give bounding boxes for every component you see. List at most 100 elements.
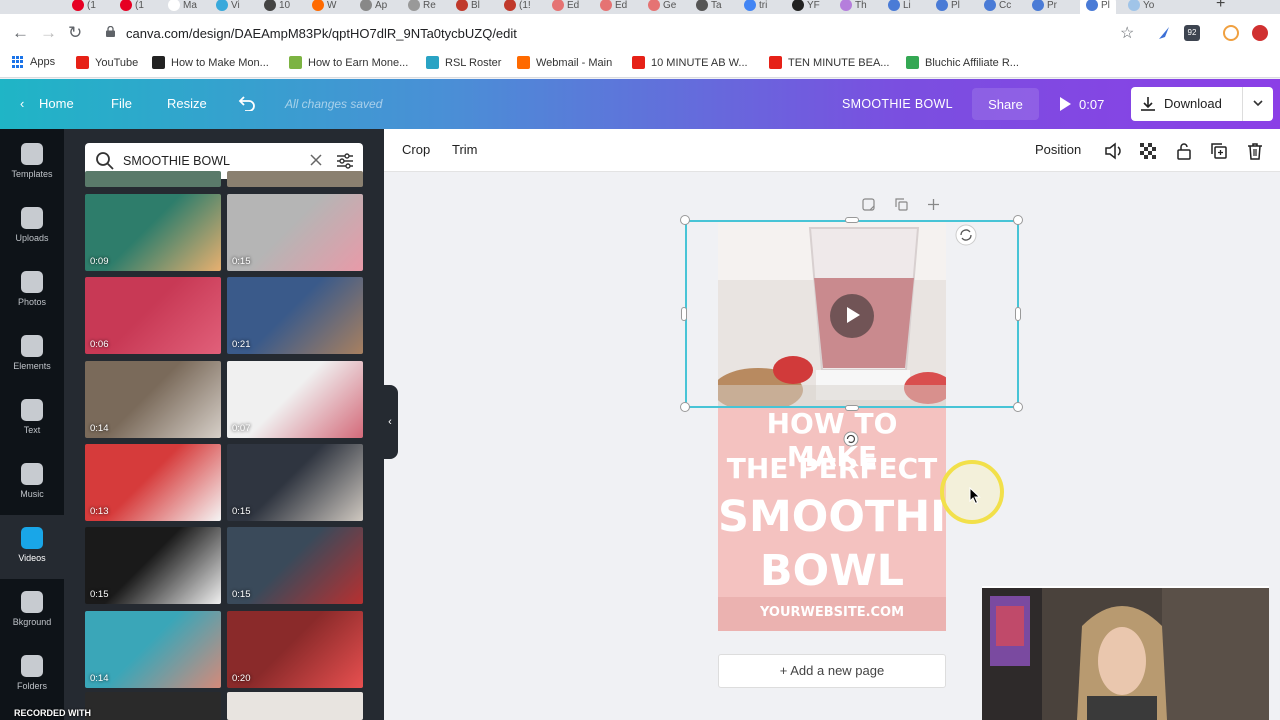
browser-tab[interactable]: tri [744, 0, 767, 14]
video-thumbnail[interactable]: 0:21 [227, 277, 363, 355]
duplicate-icon[interactable] [1209, 141, 1229, 161]
rail-item-uploads[interactable]: Uploads [0, 195, 64, 259]
back-icon[interactable]: ← [12, 24, 29, 42]
heading-line-2[interactable]: THE PERFECT [718, 452, 946, 485]
browser-tab[interactable]: Ap [360, 0, 387, 14]
transparency-icon[interactable] [1138, 141, 1158, 161]
reload-icon[interactable]: ↻ [68, 24, 82, 42]
browser-tab[interactable]: Yo [1128, 0, 1154, 14]
bookmark-item[interactable]: How to Make Mon... [152, 56, 269, 69]
video-thumbnail[interactable]: 0:09 [85, 194, 221, 271]
browser-tab[interactable]: Ed [552, 0, 579, 14]
browser-tab[interactable]: Pr [1032, 0, 1057, 14]
website-text[interactable]: YOURWEBSITE.COM [718, 605, 946, 620]
volume-icon[interactable] [1103, 141, 1123, 161]
design-title[interactable]: SMOOTHIE BOWL [842, 97, 953, 111]
video-thumbnail[interactable]: 0:20 [227, 610, 363, 688]
position-button[interactable]: Position [1035, 142, 1081, 157]
extension-feather-icon[interactable] [1156, 25, 1172, 41]
rail-item-text[interactable]: Text [0, 387, 64, 451]
video-thumbnail[interactable]: 0:06 [85, 277, 221, 355]
browser-tab[interactable]: 10 [264, 0, 290, 14]
home-chevron-icon[interactable]: ‹ [20, 96, 24, 111]
home-button[interactable]: Home [39, 96, 74, 111]
rail-item-videos[interactable]: Videos [0, 515, 64, 579]
browser-tab[interactable]: Pl [936, 0, 960, 14]
trim-button[interactable]: Trim [452, 142, 478, 157]
browser-tab[interactable]: Ge [648, 0, 676, 14]
video-thumbnail-partial[interactable] [227, 692, 363, 720]
search-input[interactable]: SMOOTHIE BOWL [123, 154, 230, 168]
browser-tab[interactable]: Th [840, 0, 867, 14]
browser-tab[interactable]: W [312, 0, 336, 14]
browser-tab[interactable]: (1! [504, 0, 531, 14]
page-duplicate-icon[interactable] [894, 197, 909, 212]
rail-item-photos[interactable]: Photos [0, 259, 64, 323]
new-tab-icon[interactable]: + [1216, 0, 1225, 13]
resize-handle-top-right[interactable] [1013, 215, 1023, 225]
video-thumbnail[interactable]: 0:07 [227, 360, 363, 438]
extension-badge[interactable]: 92 [1184, 25, 1200, 41]
bookmark-item[interactable]: TEN MINUTE BEA... [769, 56, 889, 69]
bookmark-item[interactable]: 10 MINUTE AB W... [632, 56, 748, 69]
rail-item-templates[interactable]: Templates [0, 131, 64, 195]
bookmark-item[interactable]: Apps [12, 56, 55, 68]
selection-frame[interactable] [685, 220, 1019, 408]
resize-handle-top-left[interactable] [680, 215, 690, 225]
browser-tab[interactable]: Ed [600, 0, 627, 14]
rail-item-music[interactable]: Music [0, 451, 64, 515]
resize-handle-bottom[interactable] [845, 405, 859, 411]
extension-sb-icon[interactable] [1223, 25, 1239, 41]
video-thumbnail[interactable]: 0:15 [227, 443, 363, 521]
download-button[interactable]: Download [1131, 87, 1273, 121]
crop-button[interactable]: Crop [402, 142, 430, 157]
resize-handle-right[interactable] [1015, 307, 1021, 321]
unlock-icon[interactable] [1174, 141, 1194, 161]
browser-tab[interactable]: Li [888, 0, 911, 14]
add-new-page-button[interactable]: + Add a new page [718, 654, 946, 688]
resize-button[interactable]: Resize [167, 96, 207, 111]
collapse-panel-button[interactable]: ‹ [382, 385, 398, 459]
video-thumbnail-partial[interactable] [85, 171, 221, 187]
video-thumbnail-partial[interactable] [227, 171, 363, 187]
replace-video-icon[interactable] [955, 224, 977, 246]
video-thumbnail[interactable]: 0:13 [85, 443, 221, 521]
forward-icon[interactable]: → [40, 24, 57, 42]
rotate-handle-icon[interactable] [843, 431, 859, 447]
video-thumbnail[interactable]: 0:14 [85, 360, 221, 438]
resize-handle-bottom-left[interactable] [680, 402, 690, 412]
browser-tab[interactable]: (1 [72, 0, 96, 14]
bookmark-star-icon[interactable]: ☆ [1120, 23, 1134, 43]
bookmark-item[interactable]: Webmail - Main [517, 56, 612, 69]
video-thumbnail[interactable]: 0:15 [85, 527, 221, 605]
browser-tab[interactable]: Pl [1080, 0, 1116, 14]
video-thumbnail-partial[interactable] [85, 692, 221, 720]
rail-item-elements[interactable]: Elements [0, 323, 64, 387]
resize-handle-bottom-right[interactable] [1013, 402, 1023, 412]
browser-tab[interactable]: (1 [120, 0, 144, 14]
file-menu[interactable]: File [111, 96, 132, 111]
page-add-icon[interactable] [926, 197, 941, 212]
browser-tab[interactable]: Cc [984, 0, 1011, 14]
video-thumbnail[interactable]: 0:15 [227, 527, 363, 605]
browser-tab[interactable]: Re [408, 0, 436, 14]
bookmark-item[interactable]: RSL Roster [426, 56, 501, 69]
bookmark-item[interactable]: How to Earn Mone... [289, 56, 408, 69]
clear-search-icon[interactable] [307, 151, 325, 169]
rail-item-bkground[interactable]: Bkground [0, 579, 64, 643]
play-preview-button[interactable]: 0:07 [1052, 88, 1124, 120]
browser-tab[interactable]: Ta [696, 0, 722, 14]
browser-tab[interactable]: Vi [216, 0, 240, 14]
trash-icon[interactable] [1245, 141, 1265, 161]
resize-handle-left[interactable] [681, 307, 687, 321]
undo-icon[interactable] [238, 95, 256, 111]
filter-icon[interactable] [335, 151, 355, 171]
browser-tab[interactable]: Ma [168, 0, 197, 14]
resize-handle-top[interactable] [845, 217, 859, 223]
bookmark-item[interactable]: Bluchic Affiliate R... [906, 56, 1019, 69]
url-field[interactable]: canva.com/design/DAEAmpM83Pk/qptHO7dlR_9… [126, 26, 517, 41]
chevron-down-icon[interactable] [1251, 96, 1265, 110]
share-button[interactable]: Share [972, 88, 1039, 120]
page-notes-icon[interactable] [861, 197, 876, 212]
extension-red-icon[interactable] [1252, 25, 1268, 41]
